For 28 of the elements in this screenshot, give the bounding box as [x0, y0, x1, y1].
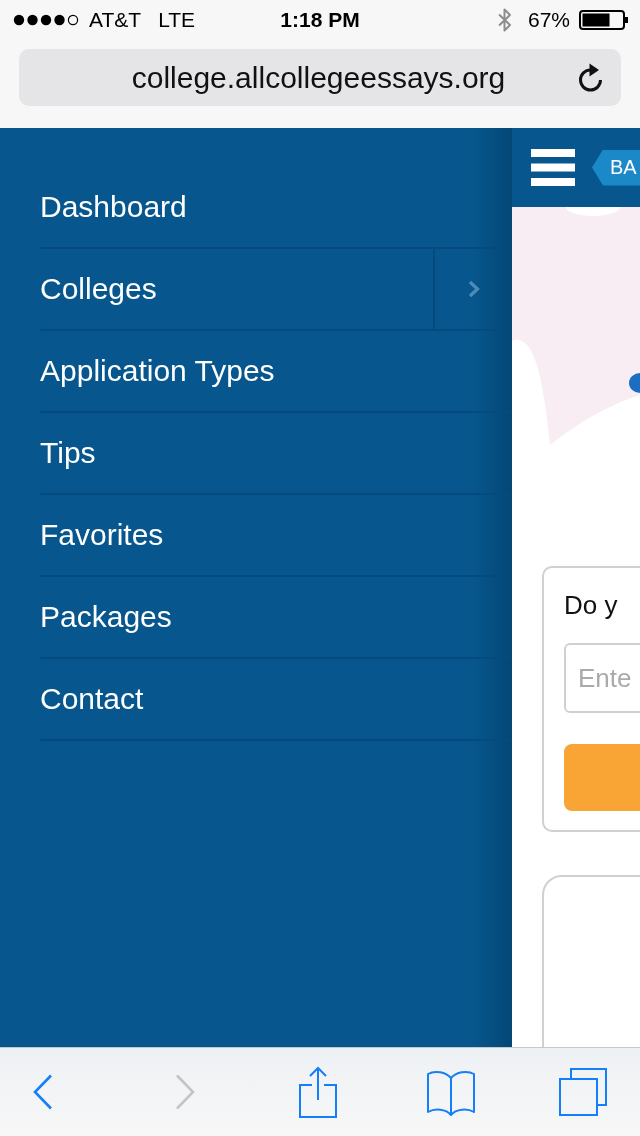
clock-time: 1:18 PM [280, 8, 360, 32]
reload-icon [578, 62, 604, 93]
menu-item[interactable]: Dashboard [40, 167, 512, 247]
menu-item[interactable]: Tips [40, 413, 512, 493]
chevron-left-icon [33, 1074, 53, 1110]
menu-item[interactable]: Application Types [40, 331, 512, 411]
menu-button[interactable] [531, 149, 575, 186]
question-text: Do y [564, 590, 619, 620]
battery-icon [579, 10, 629, 30]
back-button[interactable]: BA [592, 149, 640, 186]
menu-item[interactable]: Colleges [40, 249, 433, 329]
network-type: LTE [158, 8, 196, 32]
book-icon [427, 1068, 475, 1116]
input-field[interactable]: Ente [564, 643, 640, 713]
battery-percent: 67% [527, 8, 570, 32]
reload-button[interactable] [578, 62, 604, 93]
chevron-right-icon [467, 280, 480, 298]
carrier-name: AT&T [89, 8, 142, 32]
url-text: college.allcollegeessays.org [130, 60, 507, 95]
address-bar[interactable]: college.allcollegeessays.org [19, 49, 621, 106]
menu-item[interactable]: Contact [40, 659, 512, 739]
share-icon [299, 1066, 337, 1118]
menu-icon [531, 149, 575, 186]
menu-item[interactable]: Favorites [40, 495, 512, 575]
chevron-right-icon [175, 1074, 195, 1110]
tabs-icon [559, 1068, 607, 1116]
signal-icon [13, 14, 79, 26]
menu-item[interactable]: Packages [40, 577, 512, 657]
